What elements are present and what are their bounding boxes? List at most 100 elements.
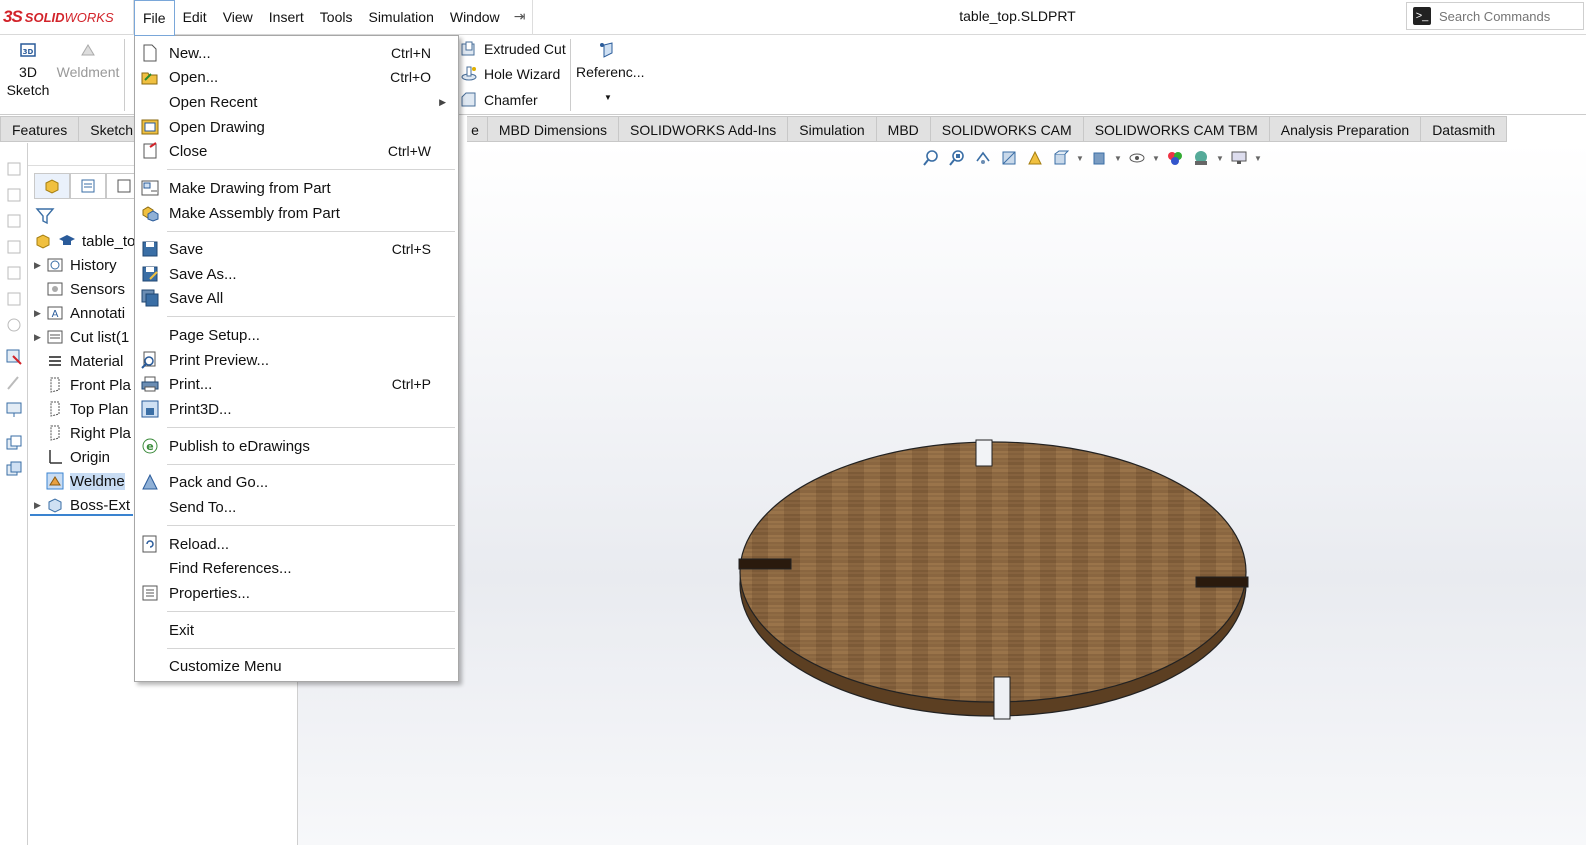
tab-datasmith[interactable]: Datasmith	[1421, 116, 1508, 142]
menu-edit[interactable]: Edit	[175, 0, 215, 35]
zoom-to-fit-icon[interactable]	[920, 149, 942, 167]
dynamic-annotation-icon[interactable]	[1024, 149, 1046, 167]
menu-window[interactable]: Window	[442, 0, 508, 35]
feature-manager-tab[interactable]	[34, 173, 70, 199]
expand-arrow-icon[interactable]: ▶	[34, 260, 46, 271]
menu-item-save-as[interactable]: Save As...	[135, 262, 458, 286]
menu-item-pack-and-go[interactable]: Pack and Go...	[135, 470, 458, 494]
tree-item-material[interactable]: Material	[34, 350, 123, 372]
menu-item-send-to[interactable]: Send To...	[135, 495, 458, 519]
menu-item-open-recent[interactable]: Open Recent ▶	[135, 90, 458, 114]
menu-item-exit[interactable]: Exit	[135, 618, 458, 642]
menu-item-print-preview[interactable]: Print Preview...	[135, 348, 458, 372]
apply-scene-caret-icon[interactable]: ▼	[1216, 154, 1224, 163]
table-top-model[interactable]	[736, 437, 1252, 721]
menu-item-open-drawing[interactable]: Open Drawing	[135, 115, 458, 139]
expand-arrow-icon[interactable]: ▶	[34, 332, 46, 343]
view-cube-icon-7[interactable]	[4, 315, 24, 335]
apply-scene-icon[interactable]	[1190, 149, 1212, 167]
menu-simulation[interactable]: Simulation	[360, 0, 441, 35]
tab-mbd-dimensions[interactable]: MBD Dimensions	[487, 116, 619, 142]
menu-item-properties[interactable]: Properties...	[135, 581, 458, 605]
section-view-icon[interactable]	[998, 149, 1020, 167]
tree-item-front-plane[interactable]: Front Pla	[34, 374, 131, 396]
rollback-bar[interactable]	[30, 514, 133, 516]
tree-item-history[interactable]: ▶ History	[34, 254, 117, 276]
view-settings-icon[interactable]	[1228, 149, 1250, 167]
hole-wizard-button[interactable]: Hole Wizard	[460, 62, 560, 86]
menu-item-save-all[interactable]: Save All	[135, 286, 458, 310]
tree-item-weldment[interactable]: Weldme	[34, 470, 125, 492]
view-settings-caret-icon[interactable]: ▼	[1254, 154, 1262, 163]
tab-solidworks-cam-tbm[interactable]: SOLIDWORKS CAM TBM	[1083, 116, 1270, 142]
display-style-icon[interactable]	[1088, 149, 1110, 167]
view-cube-icon-5[interactable]	[4, 263, 24, 283]
menu-item-find-references[interactable]: Find References...	[135, 556, 458, 580]
view-cube-icon-1[interactable]	[4, 159, 24, 179]
tab-analysis-preparation[interactable]: Analysis Preparation	[1269, 116, 1422, 142]
menu-insert[interactable]: Insert	[261, 0, 312, 35]
view-orientation-caret-icon[interactable]: ▼	[1076, 154, 1084, 163]
reference-geometry-button[interactable]: Referenc... ▼	[576, 41, 644, 107]
view-cube-icon-6[interactable]	[4, 289, 24, 309]
solidworks-logo[interactable]: 3S SOLID WORKS	[3, 6, 114, 28]
menu-item-save[interactable]: Save Ctrl+S	[135, 237, 458, 261]
expand-arrow-icon[interactable]: ▶	[34, 500, 46, 511]
feature-manager-icon	[45, 179, 59, 194]
hide-show-caret-icon[interactable]: ▼	[1152, 154, 1160, 163]
copy-settings-icon[interactable]	[4, 433, 24, 453]
menu-item-publish-edrawings[interactable]: e Publish to eDrawings	[135, 434, 458, 458]
chamfer-button[interactable]: Chamfer	[460, 88, 538, 112]
expand-arrow-icon[interactable]: ▶	[34, 308, 46, 319]
tree-item-cut-list[interactable]: ▶ Cut list(1	[34, 326, 129, 348]
sketch-tool-icon[interactable]	[4, 347, 24, 367]
weldment-button[interactable]: Weldment	[56, 41, 120, 81]
view-cube-icon-2[interactable]	[4, 185, 24, 205]
zoom-to-area-icon[interactable]	[946, 149, 968, 167]
view-cube-icon-4[interactable]	[4, 237, 24, 257]
menu-item-close[interactable]: Close Ctrl+W	[135, 139, 458, 163]
view-cube-icon-3[interactable]	[4, 211, 24, 231]
filter-icon[interactable]	[34, 205, 56, 227]
menu-tools[interactable]: Tools	[312, 0, 361, 35]
tab-features[interactable]: Features	[0, 116, 80, 142]
menu-view[interactable]: View	[215, 0, 261, 35]
tree-item-right-plane[interactable]: Right Pla	[34, 422, 131, 444]
tree-item-top-plane[interactable]: Top Plan	[34, 398, 128, 420]
view-orientation-icon[interactable]	[1050, 149, 1072, 167]
menu-item-make-drawing[interactable]: Make Drawing from Part	[135, 176, 458, 200]
tree-item-boss-extrude[interactable]: ▶ Boss-Ext	[34, 494, 130, 516]
menu-item-new[interactable]: New... Ctrl+N	[135, 41, 458, 65]
tree-root-part[interactable]: table_to	[34, 230, 135, 252]
menu-item-print[interactable]: Print... Ctrl+P	[135, 372, 458, 396]
tab-solidworks-add-ins[interactable]: SOLIDWORKS Add-Ins	[619, 116, 789, 142]
tab-mbd[interactable]: MBD	[876, 116, 931, 142]
tree-item-origin[interactable]: Origin	[34, 446, 110, 468]
tab-solidworks-cam[interactable]: SOLIDWORKS CAM	[930, 116, 1084, 142]
menu-item-reload[interactable]: Reload...	[135, 532, 458, 556]
pin-menu-icon[interactable]: ⇥	[508, 0, 532, 35]
tree-item-sensors[interactable]: Sensors	[34, 278, 125, 300]
paste-settings-icon[interactable]	[4, 459, 24, 479]
menu-item-open[interactable]: Open... Ctrl+O	[135, 65, 458, 89]
edit-appearance-icon[interactable]	[1164, 149, 1186, 167]
menu-item-customize-menu[interactable]: Customize Menu	[135, 654, 458, 678]
3d-sketch-button[interactable]: 3D 3D Sketch	[4, 41, 52, 99]
search-commands-box[interactable]: >_	[1406, 2, 1584, 30]
menu-item-make-assembly[interactable]: Make Assembly from Part	[135, 201, 458, 225]
menu-file[interactable]: File	[134, 0, 175, 36]
display-style-caret-icon[interactable]: ▼	[1114, 154, 1122, 163]
tab-partial[interactable]: e	[467, 116, 488, 142]
edit-tool-icon[interactable]	[4, 373, 24, 393]
hide-show-items-icon[interactable]	[1126, 149, 1148, 167]
select-monitor-icon[interactable]	[4, 399, 24, 419]
extruded-cut-button[interactable]: Extruded Cut	[460, 37, 566, 61]
tree-item-annotations[interactable]: ▶ A Annotati	[34, 302, 125, 324]
reference-dropdown-icon[interactable]: ▼	[576, 89, 640, 107]
search-input[interactable]	[1439, 8, 1579, 24]
menu-item-print3d[interactable]: Print3D...	[135, 397, 458, 421]
previous-view-icon[interactable]	[972, 149, 994, 167]
tab-simulation[interactable]: Simulation	[788, 116, 877, 142]
menu-item-page-setup[interactable]: Page Setup...	[135, 323, 458, 347]
property-manager-tab[interactable]	[70, 173, 106, 199]
